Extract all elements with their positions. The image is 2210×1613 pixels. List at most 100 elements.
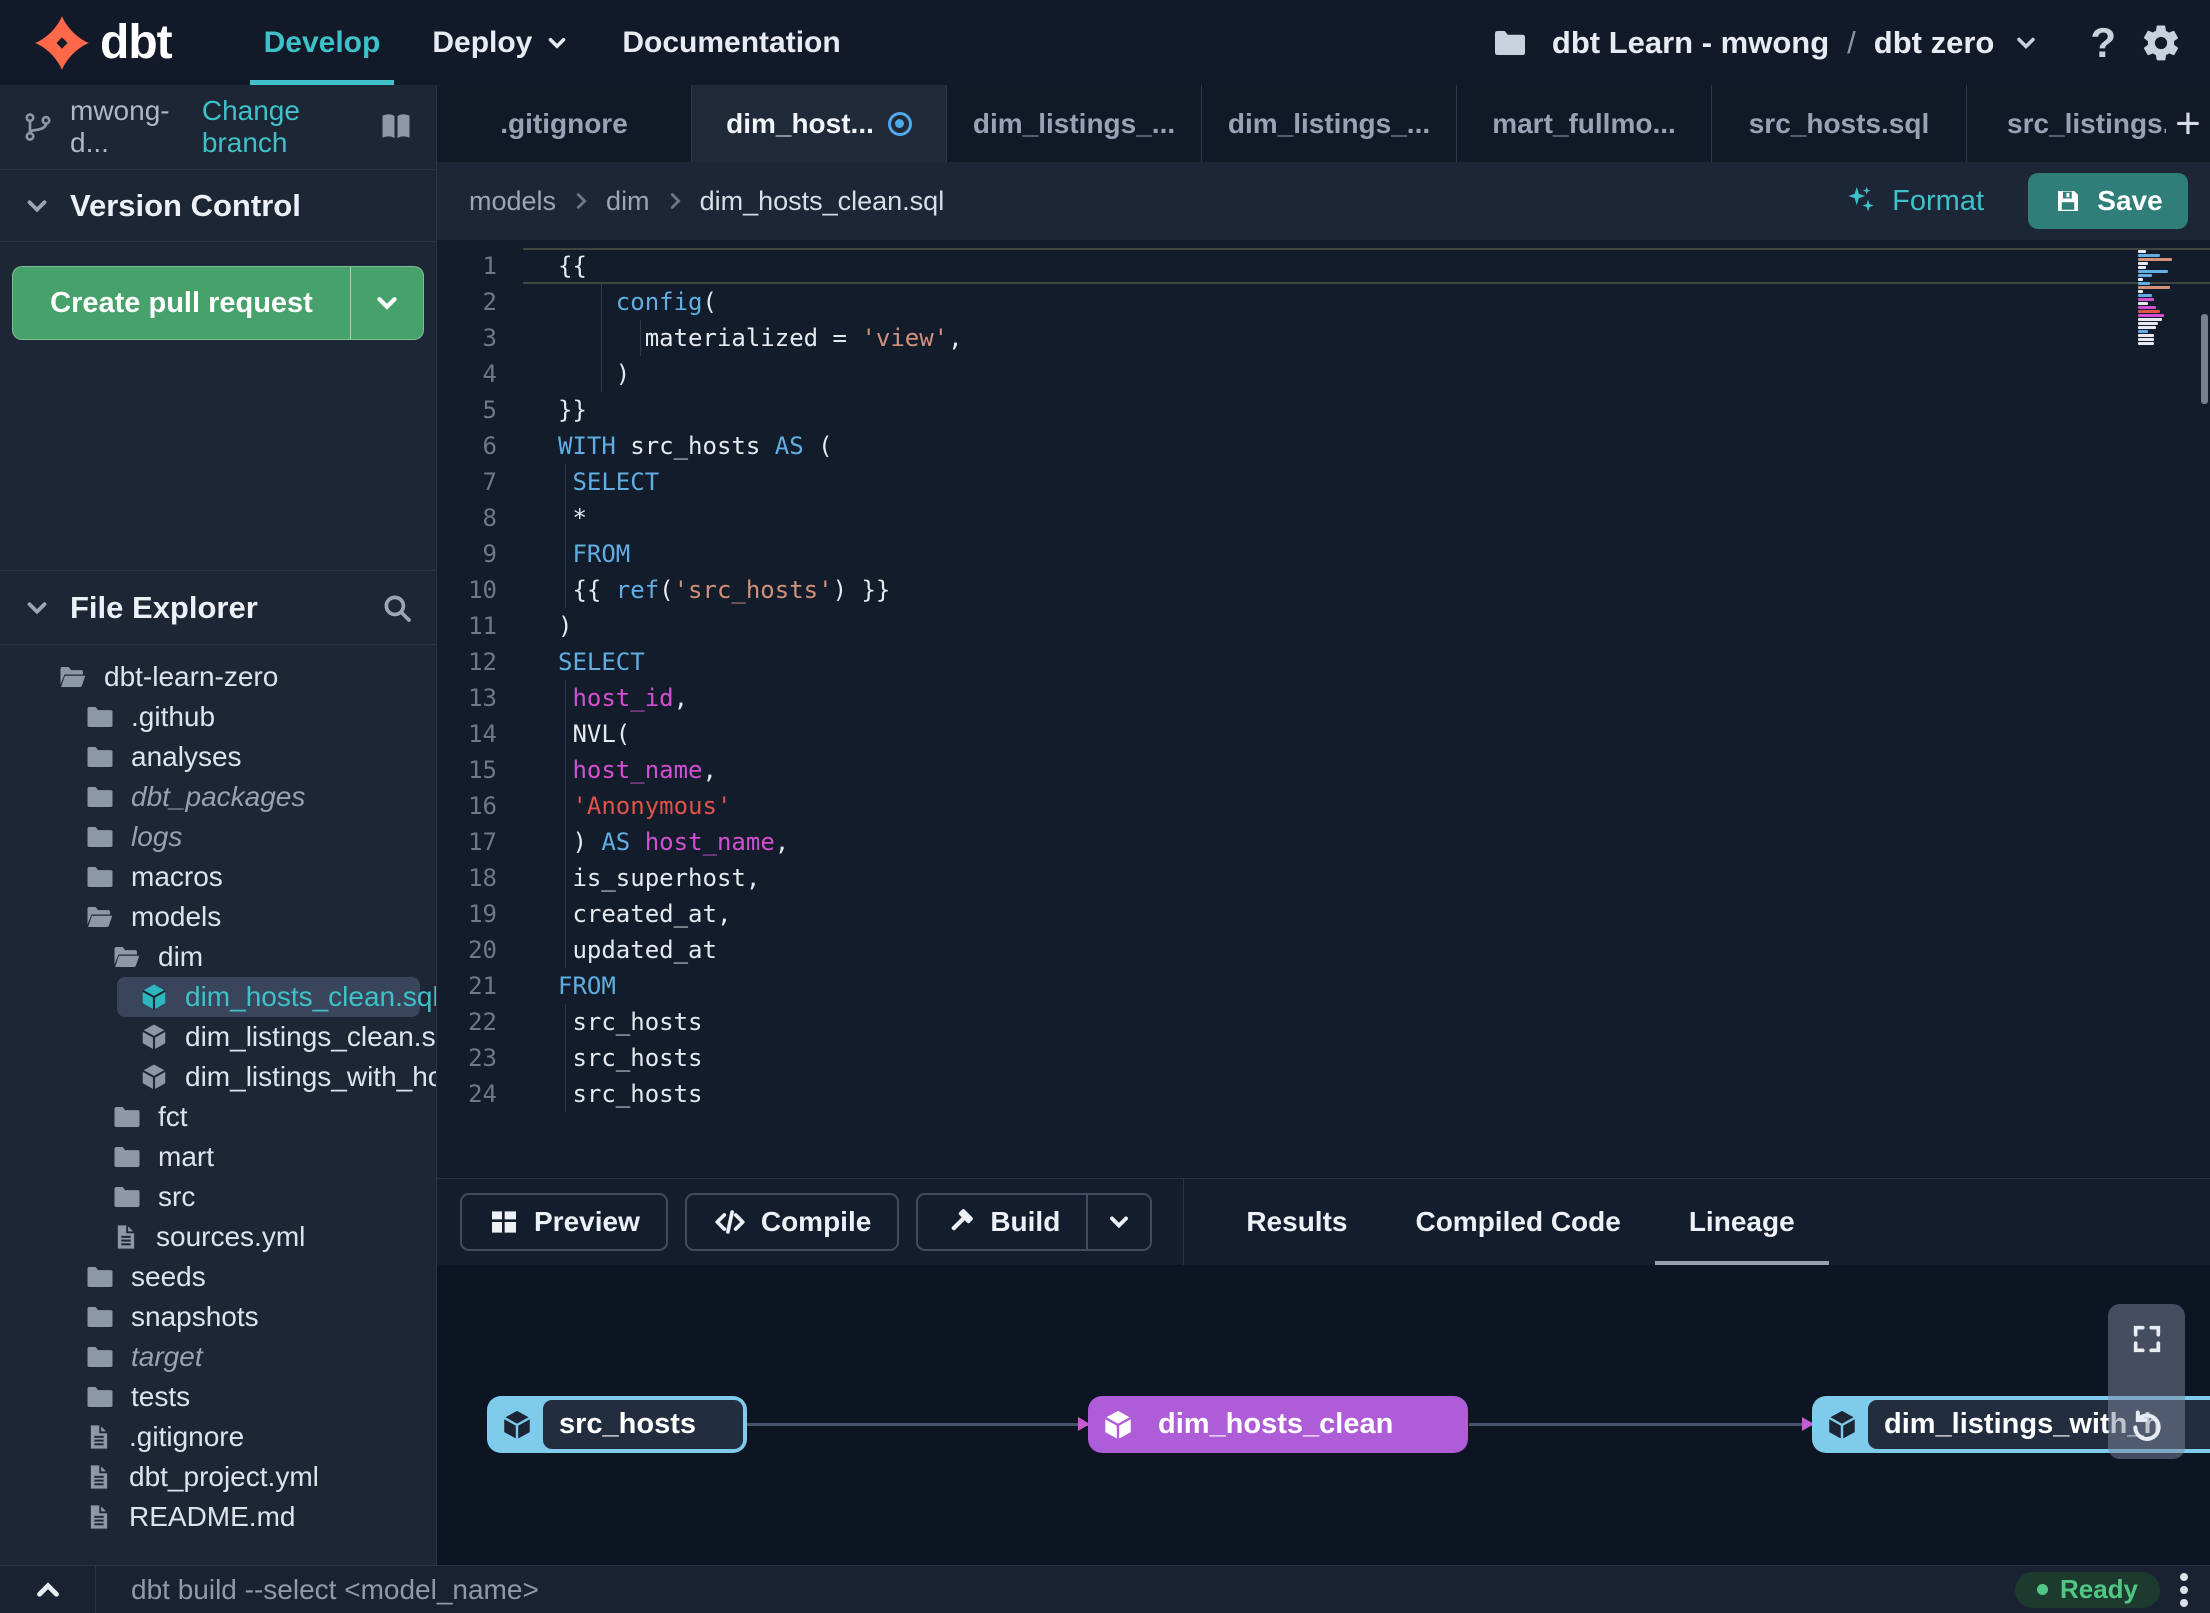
code-line-content[interactable]: {{ [523,248,2210,284]
file-tree-item[interactable]: snapshots [0,1297,420,1337]
build-dropdown-chevron[interactable] [1088,1208,1150,1236]
change-branch-link[interactable]: Change branch [202,95,362,159]
format-label: Format [1892,184,1984,217]
file-tree-item[interactable]: logs [0,817,420,857]
create-pull-request-button[interactable]: Create pull request [12,266,424,340]
code-line-content[interactable]: config( [523,284,2210,320]
file-tree-item[interactable]: dim_hosts_clean.sql• [117,977,436,1017]
editor-scrollbar[interactable] [2201,314,2208,404]
refresh-icon[interactable] [2127,1405,2167,1445]
save-button[interactable]: Save [2028,173,2188,229]
code-editor[interactable]: 1{{2 config(3 materialized = 'view', 4 ) 5… [437,240,2210,1178]
code-line-content[interactable]: src_hosts [523,1076,2210,1112]
file-tree-item[interactable]: dbt_packages [0,777,420,817]
file-tree-item[interactable]: target [0,1337,420,1377]
editor-tab[interactable]: dim_listings_... [1202,85,1457,162]
indent-guide [640,320,642,356]
code-line-content[interactable]: updated_at [523,932,2210,968]
minimap[interactable] [2138,250,2194,346]
pr-dropdown-chevron[interactable] [351,267,423,339]
file-tree-item[interactable]: dim_listings_with_hosts... [0,1057,436,1097]
project-switcher[interactable]: dbt Learn - mwong / dbt zero [1552,25,2040,61]
gear-icon[interactable] [2140,22,2182,64]
file-tree-item[interactable]: dbt-learn-zero [0,657,420,697]
file-tree-item[interactable]: fct [0,1097,420,1137]
compile-button[interactable]: Compile [684,1193,900,1251]
lineage-graph[interactable]: src_hosts dim_hosts_clean dim_listings_wit… [437,1265,2210,1565]
code-line-content[interactable]: SELECT [523,464,2210,500]
fullscreen-icon[interactable] [2130,1322,2164,1356]
panel-tab-results[interactable]: Results [1212,1179,1381,1265]
panel-toolbar: Preview Compile Build Results Compiled C… [437,1178,2210,1265]
code-line-content[interactable]: host_id, [523,680,2210,716]
file-tree-label: seeds [131,1261,206,1292]
editor-tab[interactable]: .gitignore [437,85,692,162]
command-input[interactable]: dbt build --select <model_name> [131,1574,539,1606]
file-explorer-header[interactable]: File Explorer [0,570,436,645]
code-line-content[interactable]: }} [523,392,2210,428]
code-line-content[interactable]: src_hosts [523,1004,2210,1040]
file-tree-item[interactable]: sources.yml [0,1217,420,1257]
unsaved-changes-icon[interactable] [887,111,912,136]
editor-tab[interactable]: dim_host... [692,85,947,162]
panel-tab-compiled-code[interactable]: Compiled Code [1381,1179,1654,1265]
breadcrumb-item[interactable]: models [469,186,556,217]
file-tree-item[interactable]: models [0,897,420,937]
editor-tab[interactable]: src_listings. [1967,85,2166,162]
new-tab-button[interactable]: + [2166,85,2210,162]
file-tree-item[interactable]: dim [0,937,420,977]
code-line-content[interactable]: ) [523,356,2210,392]
format-button[interactable]: Format [1844,184,1984,218]
file-tree-item[interactable]: src [0,1177,420,1217]
breadcrumb-item[interactable]: dim [606,186,650,217]
version-control-header[interactable]: Version Control [0,170,436,242]
editor-tab[interactable]: dim_listings_... [947,85,1202,162]
code-line-content[interactable]: created_at, [523,896,2210,932]
code-line-content[interactable]: NVL( [523,716,2210,752]
code-line-content[interactable]: materialized = 'view', [523,320,2210,356]
file-tree-label: .gitignore [129,1421,245,1452]
docs-book-icon[interactable] [378,109,414,145]
statusbar-divider [95,1566,96,1613]
file-tree-item[interactable]: dbt_project.yml [0,1457,420,1497]
code-line-content[interactable]: host_name, [523,752,2210,788]
expand-console-chevron[interactable] [0,1566,95,1613]
build-button[interactable]: Build [916,1193,1153,1251]
code-line-content[interactable]: 'Anonymous' [523,788,2210,824]
file-tree-item[interactable]: tests [0,1377,420,1417]
file-tree-item[interactable]: dim_listings_clean.sql [0,1017,436,1057]
panel-tab-lineage[interactable]: Lineage [1654,1179,1829,1265]
file-tree-item[interactable]: mart [0,1137,420,1177]
code-line-content[interactable]: ) [523,608,2210,644]
code-line-content[interactable]: FROM [523,968,2210,1004]
code-line-content[interactable]: SELECT [523,644,2210,680]
file-tree-item[interactable]: macros [0,857,420,897]
nav-item-documentation[interactable]: Documentation [596,0,866,85]
dbt-logo[interactable]: dbt [34,15,173,71]
file-tree-item[interactable]: analyses [0,737,420,777]
help-icon[interactable]: ? [2090,19,2116,67]
code-line-content[interactable]: src_hosts [523,1040,2210,1076]
code-line-content[interactable]: is_superhost, [523,860,2210,896]
nav-item-deploy[interactable]: Deploy [406,0,596,85]
kebab-menu-icon[interactable] [2180,1572,2188,1607]
code-line-content[interactable]: ) AS host_name, [523,824,2210,860]
file-tree-item[interactable]: .github [0,697,420,737]
search-icon[interactable] [380,591,414,625]
editor-tab[interactable]: mart_fullmo... [1457,85,1712,162]
preview-button[interactable]: Preview [460,1193,668,1251]
file-explorer-title: File Explorer [70,589,258,625]
lineage-node[interactable]: src_hosts [487,1396,747,1453]
hammer-icon [951,1209,974,1231]
lineage-node[interactable]: dim_hosts_clean [1088,1396,1468,1453]
code-line-content[interactable]: WITH src_hosts AS ( [523,428,2210,464]
file-tree-item[interactable]: .gitignore [0,1417,420,1457]
build-label: Build [990,1206,1061,1237]
nav-item-develop[interactable]: Develop [238,0,407,85]
editor-tab[interactable]: src_hosts.sql [1712,85,1967,162]
code-line-content[interactable]: {{ ref('src_hosts') }} [523,572,2210,608]
file-tree-item[interactable]: seeds [0,1257,420,1297]
file-tree-item[interactable]: README.md [0,1497,420,1537]
code-line-content[interactable]: FROM [523,536,2210,572]
code-line-content[interactable]: * [523,500,2210,536]
